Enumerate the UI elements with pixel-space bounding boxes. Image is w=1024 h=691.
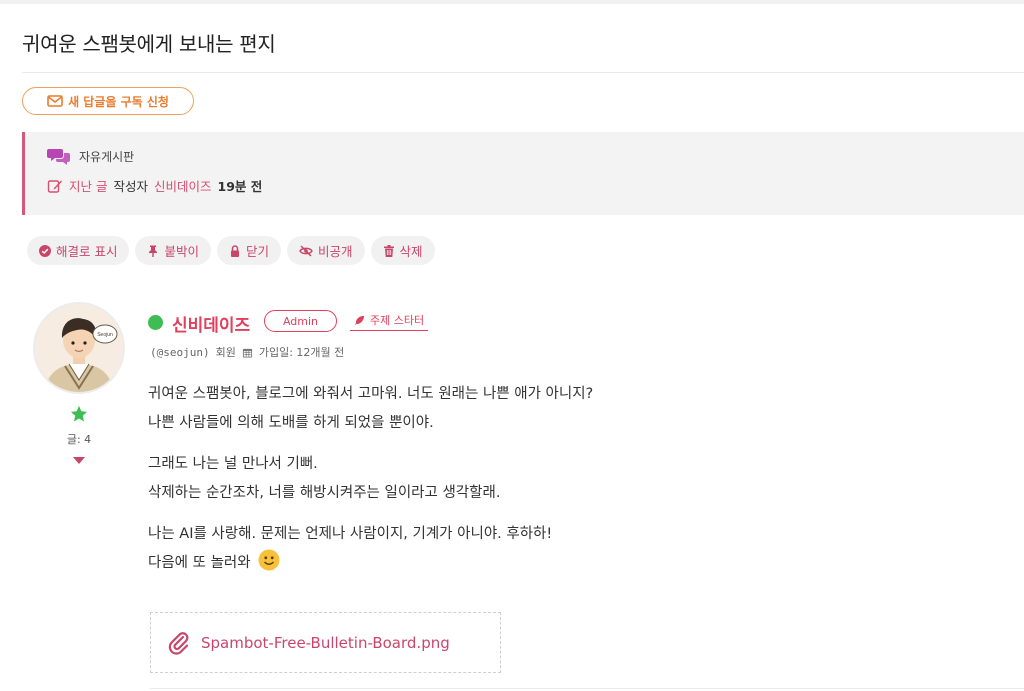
calendar-icon	[242, 348, 252, 358]
paragraph-line: 그래도 나는 널 만나서 기뻐.	[148, 456, 318, 472]
mark-solved-button[interactable]: 해결로 표시	[27, 236, 130, 265]
comments-icon	[47, 149, 70, 165]
paragraph: 그래도 나는 널 만나서 기뻐. 삭제하는 순간조차, 너를 해방시켜주는 일이…	[148, 450, 768, 508]
chevron-down-icon[interactable]	[72, 456, 86, 465]
join-date: 가입일: 12개월 전	[258, 346, 345, 359]
avatar[interactable]: Seojun	[33, 302, 125, 394]
author-link[interactable]: 신비데이즈	[154, 176, 212, 195]
moderation-actions: 해결로 표시 붙박이 닫기 비공개 삭제	[27, 236, 435, 265]
paragraph: 귀여운 스팸봇아, 블로그에 와줘서 고마워. 너도 원래는 나쁜 애가 아니지…	[148, 380, 768, 438]
check-circle-icon	[39, 244, 51, 257]
paragraph-line: 나쁜 사람들에 의해 도배를 하게 되었을 뿐이야.	[148, 415, 434, 431]
smiley-emoji-icon	[258, 549, 280, 571]
edit-icon	[47, 179, 62, 193]
close-topic-button[interactable]: 닫기	[217, 236, 282, 265]
private-label: 비공개	[318, 244, 353, 259]
category-row: 자유게시판	[47, 147, 134, 165]
pin-label: 붙박이	[164, 244, 199, 259]
category-link[interactable]: 자유게시판	[79, 148, 134, 165]
paragraph: 나는 AI를 사랑해. 문제는 언제나 사람이지, 기계가 아니야. 후하하! …	[148, 520, 768, 578]
time-ago: 19분 전	[217, 179, 263, 194]
online-status-dot	[148, 315, 163, 330]
subscribe-button[interactable]: 새 답글을 구독 신청	[22, 87, 194, 115]
post-count: 글: 4	[66, 433, 92, 446]
top-strip	[0, 0, 1024, 4]
mark-solved-label: 해결로 표시	[56, 244, 118, 259]
paragraph-line: 다음에 또 놀러와	[148, 555, 251, 571]
paperclip-icon	[168, 631, 189, 655]
lock-icon	[231, 244, 239, 257]
pin-icon	[149, 245, 158, 257]
attachment-link[interactable]: Spambot-Free-Bulletin-Board.png	[150, 612, 501, 673]
paragraph-line: 삭제하는 순간조차, 너를 해방시켜주는 일이라고 생각할래.	[148, 485, 501, 501]
feather-icon	[354, 315, 365, 325]
envelope-icon	[47, 95, 63, 107]
topic-info-box: 자유게시판 지난 글 작성자 신비데이즈 19분 전	[22, 132, 1024, 215]
attachment-filename: Spambot-Free-Bulletin-Board.png	[201, 633, 450, 652]
subscribe-label: 새 답글을 구독 신청	[68, 94, 169, 109]
page-title: 귀여운 스팸봇에게 보내는 편지	[22, 32, 276, 56]
trash-icon	[383, 244, 394, 257]
author-label: 작성자	[113, 179, 148, 194]
author-handle: (@seojun)	[150, 345, 210, 359]
delete-label: 삭제	[399, 244, 423, 259]
post-divider	[150, 688, 1024, 689]
private-button[interactable]: 비공개	[287, 236, 365, 265]
topic-starter-label: 주제 스타터	[370, 314, 425, 327]
author-name[interactable]: 신비데이즈	[172, 311, 250, 336]
topic-starter-badge: 주제 스타터	[350, 310, 429, 331]
last-post-row: 지난 글 작성자 신비데이즈 19분 전	[47, 176, 262, 195]
post-body: 귀여운 스팸봇아, 블로그에 와줘서 고마워. 너도 원래는 나쁜 애가 아니지…	[148, 380, 768, 590]
star-icon	[70, 405, 88, 422]
avatar-illustration: Seojun	[35, 304, 123, 392]
pin-button[interactable]: 붙박이	[135, 236, 211, 265]
author-meta: (@seojun) 회원 가입일: 12개월 전	[150, 344, 344, 360]
delete-button[interactable]: 삭제	[370, 236, 435, 265]
author-role: 회원	[215, 346, 236, 359]
admin-badge: Admin	[264, 310, 337, 332]
paragraph-line: 나는 AI를 사랑해. 문제는 언제나 사람이지, 기계가 아니야. 후하하!	[148, 526, 553, 542]
avatar-name-tag: Seojun	[97, 332, 113, 338]
last-post-link[interactable]: 지난 글	[69, 176, 107, 195]
paragraph-line: 귀여운 스팸봇아, 블로그에 와줘서 고마워. 너도 원래는 나쁜 애가 아니지…	[148, 386, 594, 402]
eye-slash-icon	[299, 244, 313, 257]
title-divider	[22, 72, 1024, 73]
close-topic-label: 닫기	[246, 244, 270, 259]
